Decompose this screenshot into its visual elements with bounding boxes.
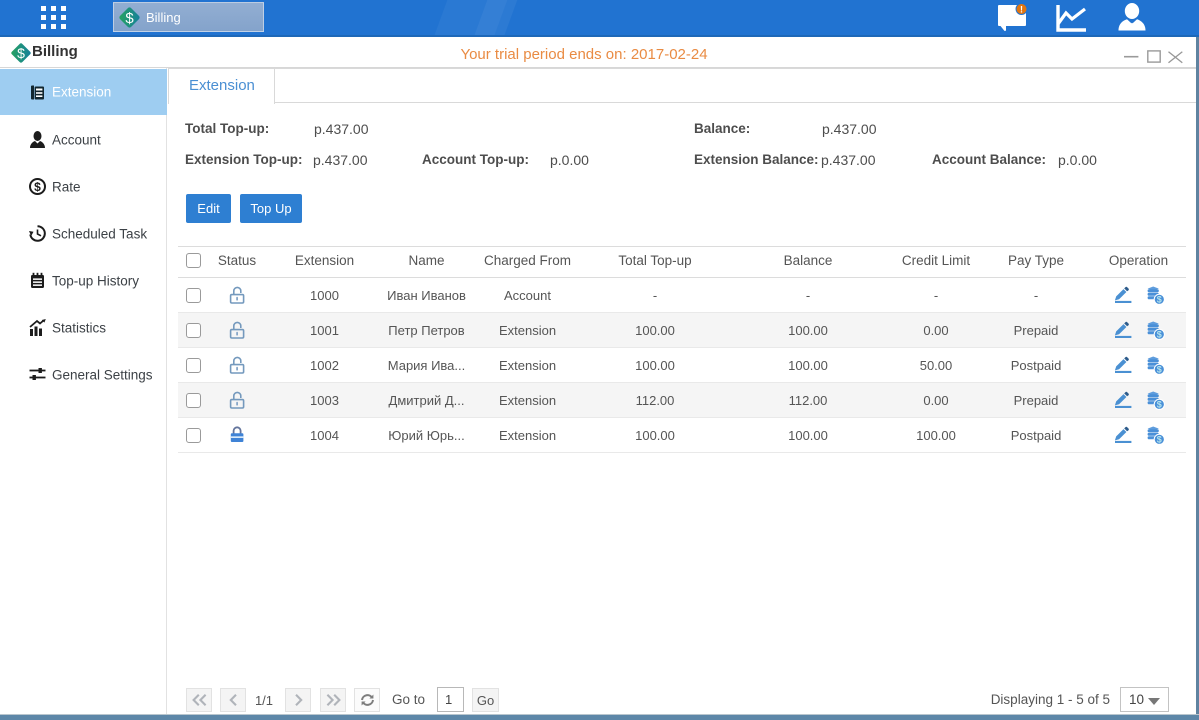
svg-text:$: $ [1156, 329, 1161, 339]
svg-text:$: $ [1156, 399, 1161, 409]
svg-text:$: $ [1156, 434, 1161, 444]
svg-text:$: $ [125, 9, 134, 26]
svg-text:$: $ [1156, 364, 1161, 374]
svg-text:$: $ [17, 45, 25, 61]
svg-text:$: $ [34, 180, 41, 194]
svg-text:!: ! [1020, 4, 1023, 14]
svg-text:$: $ [1156, 294, 1161, 304]
